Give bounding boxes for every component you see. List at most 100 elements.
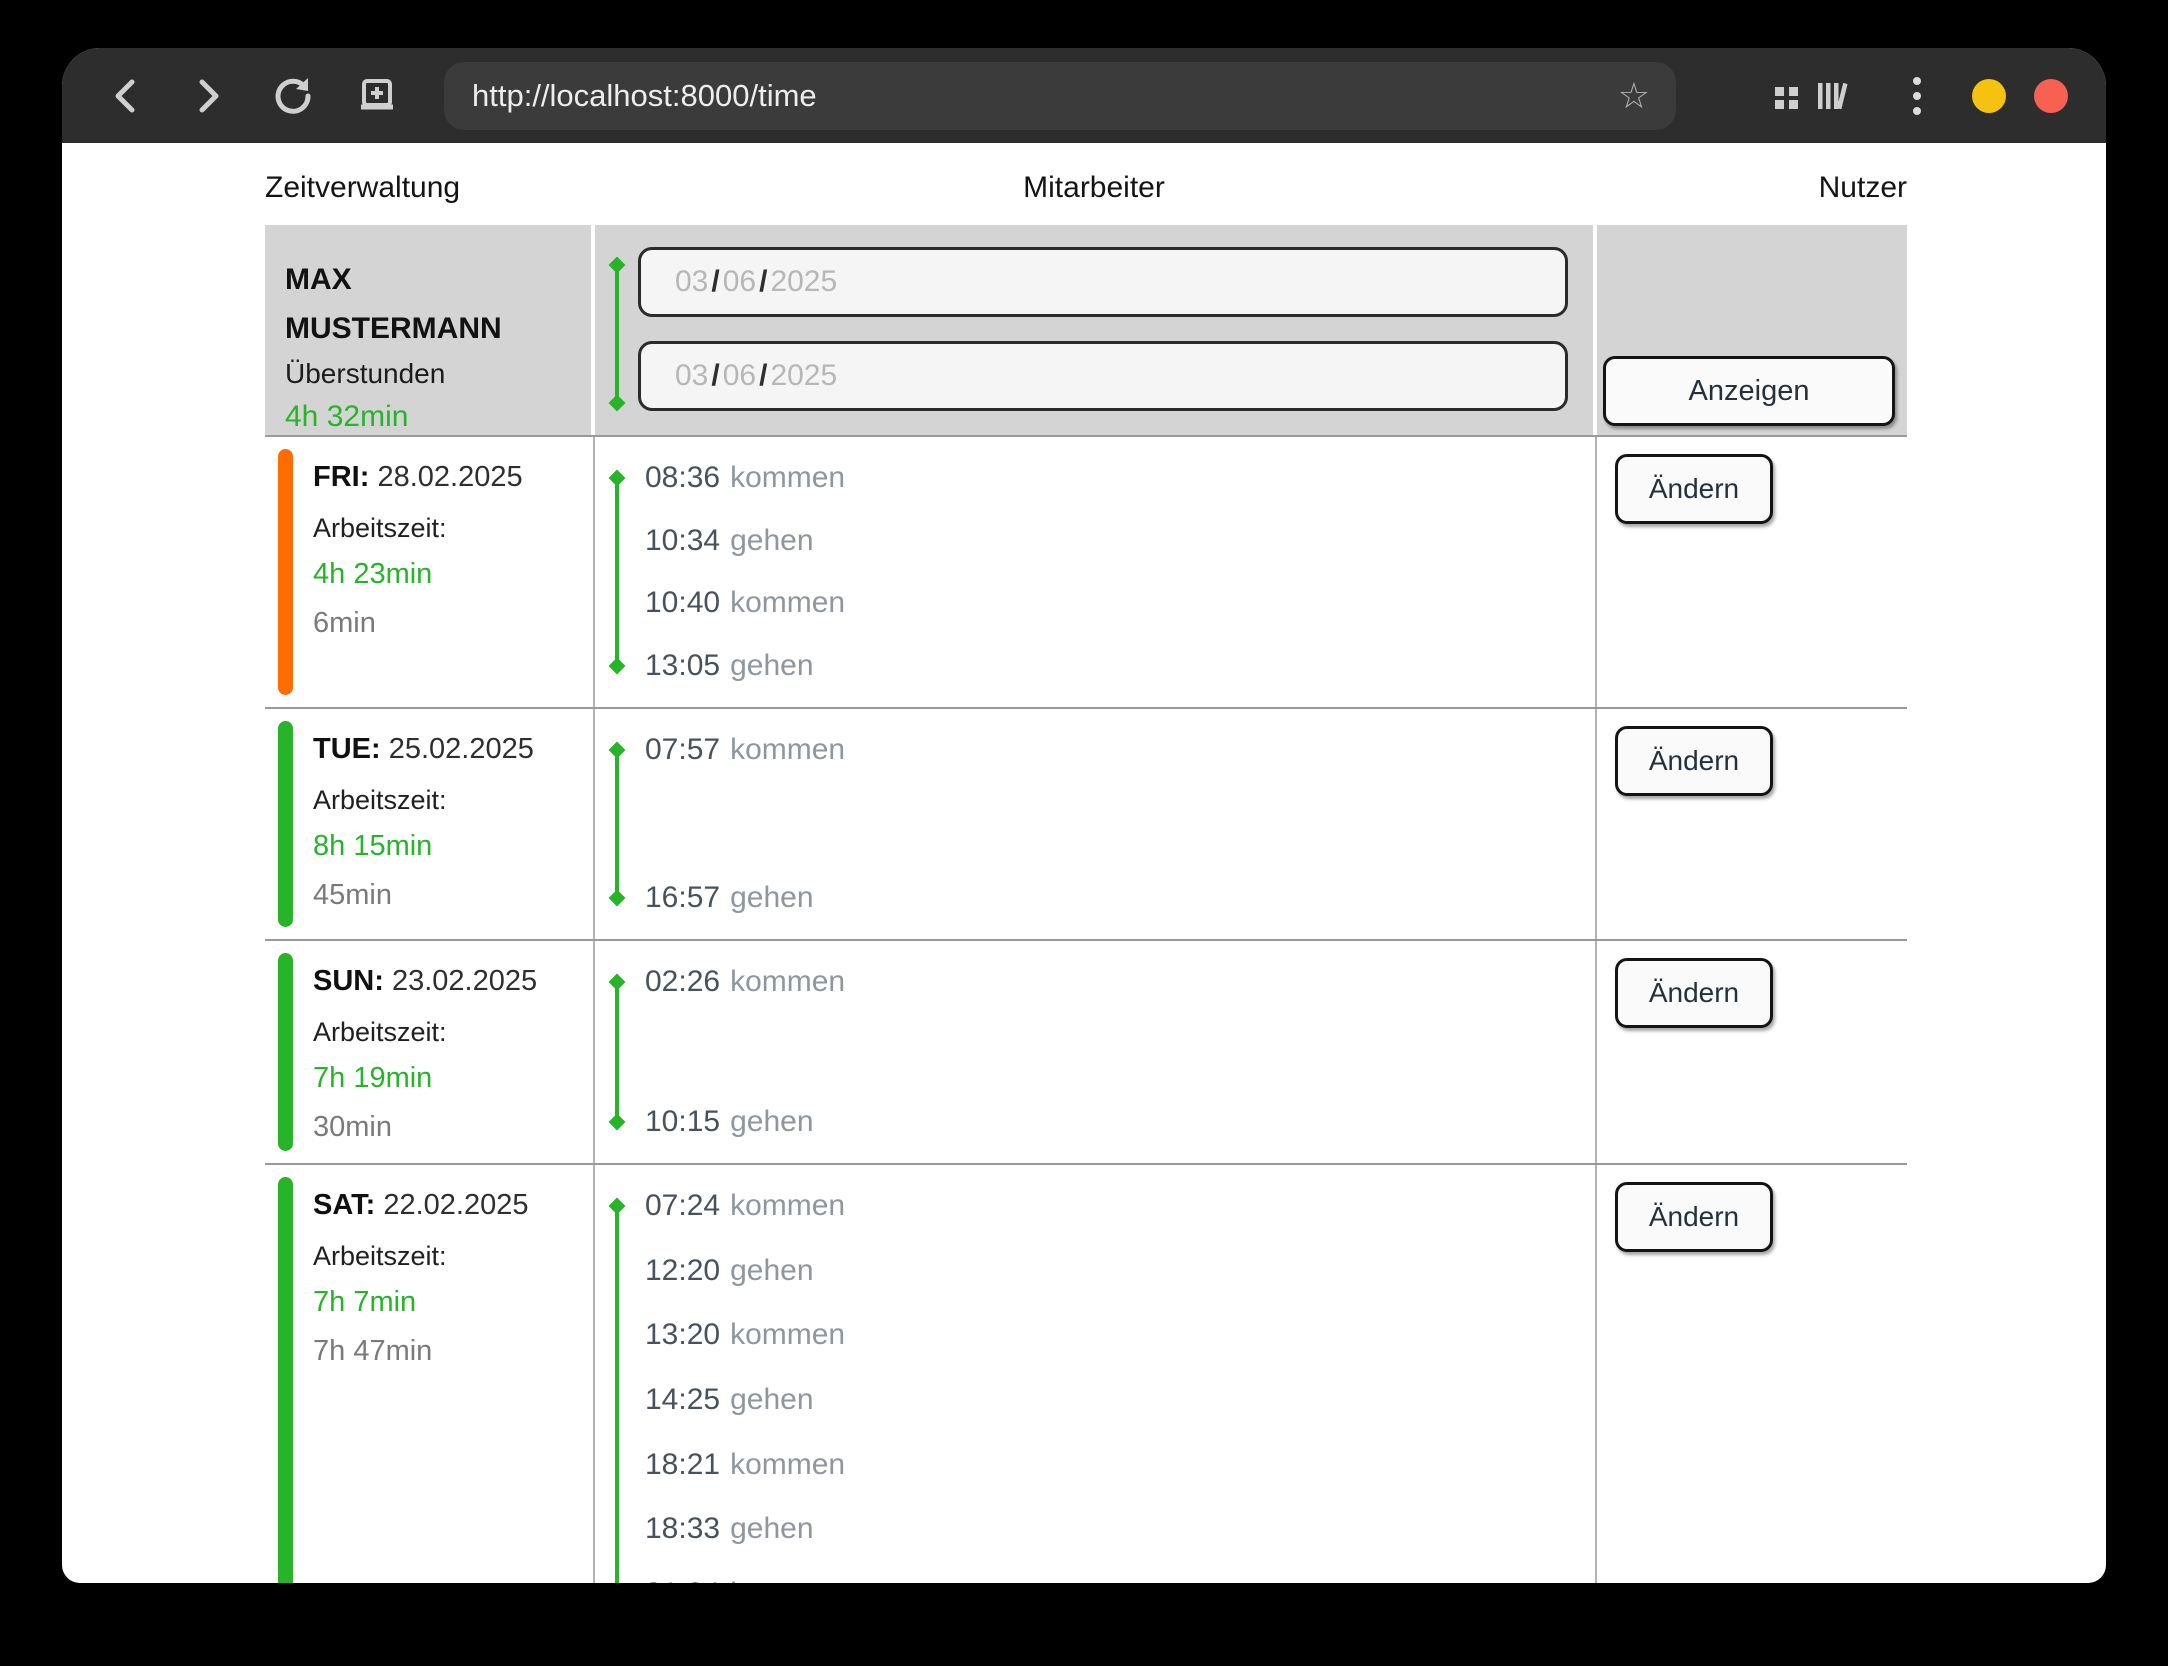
new-tab-icon[interactable]: [354, 73, 400, 119]
entry-type: gehen: [730, 1512, 813, 1545]
status-bar: [278, 449, 293, 695]
worktime-value: 8h 15min: [313, 829, 593, 863]
time-entry: 10:15gehen: [645, 1105, 1595, 1139]
timeline-diamond-bottom: [609, 395, 626, 412]
date-from-input[interactable]: 03/06/2025: [638, 247, 1568, 317]
time-entry: 10:40kommen: [645, 586, 1595, 620]
entry-time: 07:57: [645, 733, 720, 766]
time-entry: 21:34kommen: [645, 1577, 1595, 1583]
menu-kebab-icon[interactable]: [1894, 73, 1940, 119]
date-segment: 2025: [770, 265, 837, 299]
timeline-diamond-bottom: [609, 658, 626, 675]
nav-mitarbeiter[interactable]: Mitarbeiter: [593, 171, 1595, 205]
nav-nutzer[interactable]: Nutzer: [1595, 171, 1907, 205]
worktime-label: Arbeitszeit:: [313, 1239, 593, 1273]
reload-icon[interactable]: [270, 73, 316, 119]
worktime-label: Arbeitszeit:: [313, 511, 593, 545]
timeline-cell: 02:26kommen 10:15gehen: [593, 941, 1595, 1163]
date-label: 23.02.2025: [392, 965, 537, 997]
day-label: FRI:: [313, 461, 369, 493]
close-button[interactable]: [2034, 79, 2068, 113]
date-range-timeline: [615, 265, 619, 403]
overtime-value: 4h 32min: [285, 400, 591, 434]
pause-value: 6min: [313, 606, 593, 640]
change-button[interactable]: Ändern: [1615, 726, 1773, 796]
change-button[interactable]: Ändern: [1615, 1182, 1773, 1252]
date-label: 25.02.2025: [389, 733, 534, 765]
entry-time: 07:24: [645, 1189, 720, 1222]
date-segment: 06: [723, 359, 756, 393]
entry-type: gehen: [730, 881, 813, 914]
timeline-diamond-top: [609, 974, 626, 991]
timeline-diamond-top: [609, 1198, 626, 1215]
back-icon[interactable]: [102, 73, 148, 119]
day-summary-cell: SUN: 23.02.2025 Arbeitszeit: 7h 19min 30…: [265, 941, 593, 1163]
change-button[interactable]: Ändern: [1615, 958, 1773, 1028]
overtime-label: Überstunden: [285, 358, 591, 390]
forward-icon[interactable]: [186, 73, 232, 119]
employee-name-line1: MAX: [285, 255, 591, 304]
timeline-line: [615, 750, 619, 898]
worktime-label: Arbeitszeit:: [313, 1015, 593, 1049]
entry-time: 13:05: [645, 649, 720, 682]
worktime-value: 4h 23min: [313, 557, 593, 591]
day-label: TUE:: [313, 733, 381, 765]
employee-summary: MAX MUSTERMANN Überstunden 4h 32min: [265, 225, 591, 435]
date-to-input[interactable]: 03/06/2025: [638, 341, 1568, 411]
date-separator: /: [711, 265, 719, 299]
timeline-diamond-bottom: [609, 1114, 626, 1131]
nav-zeitverwaltung[interactable]: Zeitverwaltung: [265, 171, 593, 205]
row-action-cell: Ändern: [1595, 437, 1907, 707]
grid-icon[interactable]: [1764, 73, 1810, 119]
entry-type: kommen: [730, 733, 845, 766]
time-entry: 18:33 gehen: [645, 1512, 1595, 1546]
date-range-cell: 03/06/2025 03/06/2025: [595, 225, 1593, 435]
entry-time: 08:36: [645, 461, 720, 494]
entry-type: gehen: [730, 1254, 813, 1287]
row-action-cell: Ändern: [1595, 1165, 1907, 1583]
entry-time: 18:33: [645, 1512, 720, 1545]
timeline-cell: 08:36kommen10:34gehen10:40kommen13:05geh…: [593, 437, 1595, 707]
timeline-line: [615, 1206, 619, 1583]
date-separator: /: [711, 359, 719, 393]
time-entry: 08:36kommen: [645, 461, 1595, 495]
table-row: FRI: 28.02.2025 Arbeitszeit: 4h 23min 6m…: [265, 435, 1907, 707]
time-entry: 07:57 kommen: [645, 733, 1595, 767]
worktime-value: 7h 19min: [313, 1061, 593, 1095]
day-summary-cell: SAT: 22.02.2025 Arbeitszeit: 7h 7min 7h …: [265, 1165, 593, 1583]
entry-type: kommen: [730, 1318, 845, 1351]
minimize-button[interactable]: [1972, 79, 2006, 113]
timeline-cell: 07:24kommen12:20gehen13:20kommen14:25geh…: [593, 1165, 1595, 1583]
entry-time: 18:21: [645, 1448, 720, 1481]
time-entry: 14:25gehen: [645, 1383, 1595, 1417]
entry-type: kommen: [730, 965, 845, 998]
browser-window: http://localhost:8000/time ☆: [62, 48, 2106, 1583]
status-bar: [278, 1177, 293, 1583]
change-button[interactable]: Ändern: [1615, 454, 1773, 524]
entry-type: gehen: [730, 649, 813, 682]
employee-name-line2: MUSTERMANN: [285, 304, 591, 353]
pause-value: 45min: [313, 878, 593, 912]
entry-time: 10:34: [645, 524, 720, 557]
browser-toolbar: http://localhost:8000/time ☆: [62, 48, 2106, 143]
show-button[interactable]: Anzeigen: [1603, 356, 1895, 426]
bookmark-star-icon[interactable]: ☆: [1618, 78, 1650, 114]
entry-type: kommen: [730, 1189, 845, 1222]
pause-value: 30min: [313, 1110, 593, 1144]
time-entry: 02:26kommen: [645, 965, 1595, 999]
day-label: SAT:: [313, 1189, 375, 1221]
pause-value: 7h 47min: [313, 1334, 593, 1368]
main-nav: Zeitverwaltung Mitarbeiter Nutzer: [265, 163, 1907, 213]
time-entry: 07:24 kommen: [645, 1189, 1595, 1223]
entry-type: kommen: [730, 1448, 845, 1481]
library-icon[interactable]: [1810, 73, 1856, 119]
url-bar[interactable]: http://localhost:8000/time ☆: [444, 62, 1676, 130]
header-action-cell: Anzeigen: [1597, 225, 1907, 435]
time-entry: 16:57gehen: [645, 881, 1595, 915]
status-bar: [278, 721, 293, 927]
status-bar: [278, 953, 293, 1151]
table-row: TUE: 25.02.2025 Arbeitszeit: 8h 15min 45…: [265, 707, 1907, 939]
page-content: Zeitverwaltung Mitarbeiter Nutzer MAX MU…: [62, 163, 2106, 1583]
date-segment: 03: [675, 359, 708, 393]
date-separator: /: [759, 265, 767, 299]
